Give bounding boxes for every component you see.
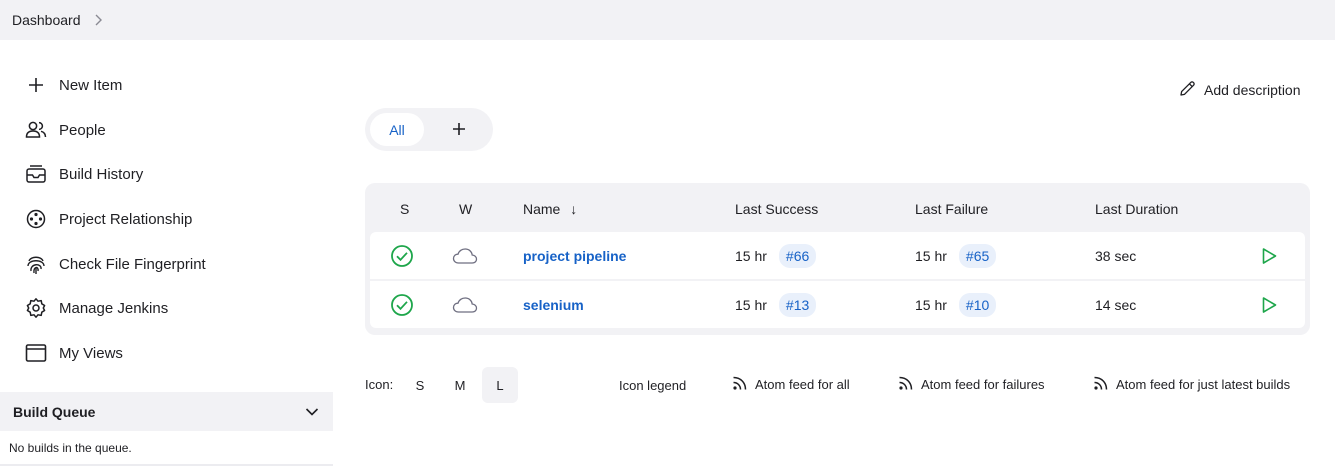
tab-all[interactable]: All [370, 113, 424, 146]
table-row: project pipeline 15 hr #66 15 hr #65 38 … [370, 232, 1305, 279]
column-header-last-failure[interactable]: Last Failure [915, 201, 988, 217]
pencil-icon [1179, 80, 1196, 100]
column-header-last-success[interactable]: Last Success [735, 201, 818, 217]
play-build-icon[interactable] [1260, 281, 1278, 328]
sidebar-item-manage-jenkins[interactable]: Manage Jenkins [24, 294, 168, 322]
breadcrumb-dashboard[interactable]: Dashboard [12, 12, 81, 28]
view-tabs: All [365, 108, 493, 151]
rss-icon [732, 375, 748, 394]
cloudy-weather-icon[interactable] [452, 232, 478, 279]
add-view-button[interactable] [447, 118, 471, 142]
rss-icon [1093, 375, 1109, 394]
table-footer: Icon: S M L Icon legend Atom feed for al… [365, 367, 1310, 403]
column-header-status[interactable]: S [400, 201, 409, 217]
sort-arrow-icon: ↓ [570, 201, 578, 217]
sidebar-item-project-relationship[interactable]: Project Relationship [24, 205, 192, 233]
sidebar-item-build-history[interactable]: Build History [24, 160, 143, 188]
icon-size-label: Icon: [365, 377, 394, 392]
icon-size-l-button[interactable]: L [482, 367, 518, 403]
chevron-down-icon[interactable] [305, 404, 319, 420]
table-row: selenium 15 hr #13 15 hr #10 14 sec [370, 281, 1305, 328]
sidebar-item-label: Check File Fingerprint [59, 255, 206, 273]
last-success-time: 15 hr [735, 247, 767, 264]
job-link-selenium[interactable]: selenium [523, 297, 584, 313]
last-success-build-link[interactable]: #13 [778, 292, 817, 317]
sidebar-item-label: Manage Jenkins [59, 299, 169, 317]
add-description-button[interactable]: Add description [1179, 78, 1301, 102]
last-duration: 38 sec [1095, 247, 1137, 264]
last-duration: 14 sec [1095, 296, 1137, 313]
plus-icon [24, 73, 48, 97]
atom-feed-failures-link[interactable]: Atom feed for failures [898, 375, 1045, 394]
success-status-icon[interactable] [390, 281, 414, 328]
last-success-time: 15 hr [735, 296, 767, 313]
window-icon [24, 341, 48, 365]
icon-legend-link[interactable]: Icon legend [619, 378, 686, 393]
icon-size-s-button[interactable]: S [402, 367, 438, 403]
atom-feed-latest-label: Atom feed for just latest builds [1116, 377, 1291, 392]
build-queue-empty-text: No builds in the queue. [0, 431, 333, 466]
sidebar-item-new-item[interactable]: New Item [24, 71, 122, 99]
play-build-icon[interactable] [1260, 232, 1278, 279]
last-failure-build-link[interactable]: #65 [958, 243, 997, 268]
relationship-icon [24, 207, 48, 231]
last-failure-time: 15 hr [915, 247, 947, 264]
icon-size-m-button[interactable]: M [442, 367, 478, 403]
people-icon [24, 118, 48, 142]
plus-icon [452, 122, 466, 139]
atom-feed-latest-link[interactable]: Atom feed for just latest builds [1093, 375, 1290, 394]
sidebar-item-label: My Views [59, 344, 123, 362]
column-header-weather[interactable]: W [459, 201, 472, 217]
sidebar-item-my-views[interactable]: My Views [24, 339, 123, 367]
rss-icon [898, 375, 914, 394]
gear-icon [24, 296, 48, 320]
atom-feed-failures-label: Atom feed for failures [921, 377, 1045, 392]
success-status-icon[interactable] [390, 232, 414, 279]
sidebar-item-label: Project Relationship [59, 210, 193, 228]
breadcrumb: Dashboard [0, 0, 1335, 40]
inbox-icon [24, 162, 48, 186]
last-failure-build-link[interactable]: #10 [958, 292, 997, 317]
add-description-label: Add description [1204, 82, 1301, 98]
column-header-last-duration[interactable]: Last Duration [1095, 201, 1178, 217]
sidebar-item-label: New Item [59, 76, 123, 94]
sidebar-item-label: Build History [59, 165, 144, 183]
cloudy-weather-icon[interactable] [452, 281, 478, 328]
column-header-name[interactable]: Name ↓ [523, 201, 577, 217]
build-queue-header[interactable]: Build Queue [0, 392, 333, 431]
chevron-right-icon[interactable] [93, 14, 103, 26]
sidebar-item-people[interactable]: People [24, 116, 106, 144]
sidebar-item-label: People [59, 121, 106, 139]
sidebar-item-check-file-fingerprint[interactable]: Check File Fingerprint [24, 250, 206, 278]
last-success-build-link[interactable]: #66 [778, 243, 817, 268]
atom-feed-all-link[interactable]: Atom feed for all [732, 375, 850, 394]
atom-feed-all-label: Atom feed for all [755, 377, 850, 392]
column-header-name-label: Name [523, 201, 561, 217]
fingerprint-icon [24, 252, 48, 276]
projects-table: S W Name ↓ Last Success Last Failure Las… [365, 183, 1310, 335]
build-queue-title: Build Queue [13, 403, 96, 420]
job-link-project-pipeline[interactable]: project pipeline [523, 248, 626, 264]
last-failure-time: 15 hr [915, 296, 947, 313]
